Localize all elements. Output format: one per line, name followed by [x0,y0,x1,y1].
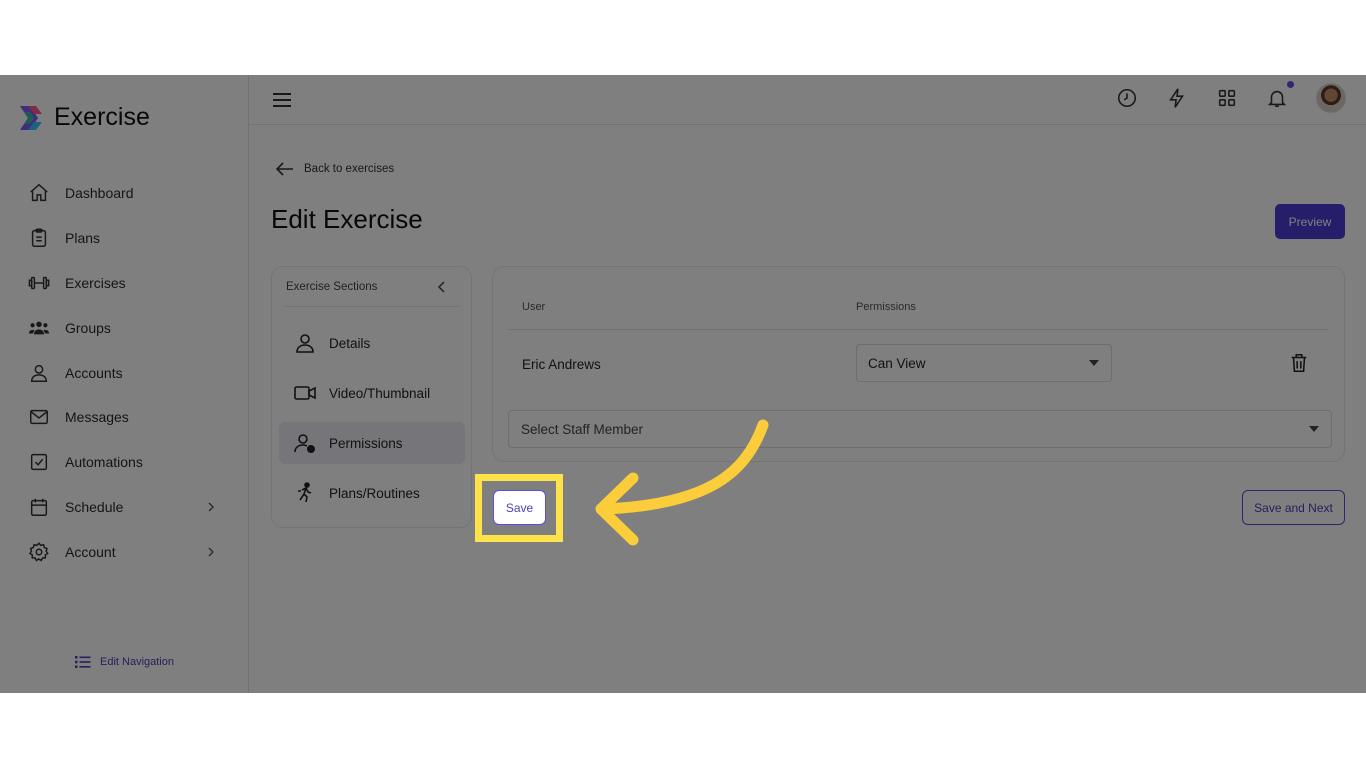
running-icon [298,482,312,503]
pointer-arrow-icon [595,419,769,546]
top-bar [249,75,1366,125]
page-title: Edit Exercise [271,204,423,234]
back-link-label: Back to exercises [304,163,395,175]
section-item-label: Permissions [329,435,403,451]
preview-button[interactable]: Preview [1275,204,1345,239]
avatar[interactable] [1316,83,1346,113]
edit-navigation-label: Edit Navigation [100,656,174,668]
permission-select[interactable]: Can View [856,344,1112,382]
chevron-left-icon[interactable] [437,280,447,293]
sidebar-item-messages[interactable]: Messages [0,395,249,440]
header-divider [508,329,1329,330]
edit-navigation-link[interactable]: Edit Navigation [75,655,174,669]
sidebar-item-label: Groups [65,319,111,336]
sidebar-item-automations[interactable]: Automations [0,440,249,485]
sidebar-item-label: Accounts [65,364,123,381]
save-button[interactable]: Save [493,490,546,525]
sidebar-item-accounts[interactable]: Accounts [0,350,249,395]
sidebar-item-plans[interactable]: Plans [0,216,249,261]
sidebar-item-label: Exercises [65,274,126,291]
gear-icon [28,541,49,562]
sidebar-item-dashboard[interactable]: Dashboard [0,171,249,216]
person-icon [296,334,314,353]
exercise-sections-panel: Exercise Sections Details Video/Thumbnai… [271,266,472,528]
notifications-button[interactable] [1266,81,1294,109]
bell-icon [1267,90,1287,108]
apps-grid-icon[interactable] [1216,87,1238,109]
video-icon [294,386,316,400]
top-bar-actions [1116,81,1346,113]
sidebar-item-groups[interactable]: Groups [0,305,249,350]
sidebar: Exercise Dashboard Plans Exercises Group… [0,75,249,693]
list-icon [75,656,91,668]
column-header-user: User [522,301,546,313]
history-icon[interactable] [1116,87,1138,109]
sidebar-item-exercises[interactable]: Exercises [0,261,249,306]
permission-select-value: Can View [868,355,926,371]
caret-down-icon [1089,360,1099,366]
sidebar-item-label: Plans [65,230,101,247]
calendar-icon [30,498,48,516]
clipboard-icon [31,228,47,248]
user-name: Eric Andrews [522,357,601,372]
chevron-right-icon[interactable] [205,501,217,513]
section-item-label: Plans/Routines [329,485,420,501]
checkbox-icon [30,454,48,471]
mail-icon [30,410,48,425]
sidebar-item-schedule[interactable]: Schedule [0,485,249,530]
section-item-label: Details [329,335,371,351]
group-icon [28,321,50,335]
sections-header: Exercise Sections [284,267,459,307]
section-item-permissions[interactable]: Permissions [279,422,465,464]
sidebar-item-label: Account [65,543,116,560]
sidebar-item-label: Dashboard [65,185,134,202]
app-frame: Exercise Dashboard Plans Exercises Group… [0,75,1366,693]
sidebar-item-label: Messages [65,409,129,426]
caret-down-icon [1309,426,1319,432]
chevron-right-icon[interactable] [205,546,217,558]
sidebar-item-account[interactable]: Account [0,529,249,574]
section-item-label: Video/Thumbnail [329,385,431,401]
trash-icon[interactable] [1288,352,1310,374]
lightning-icon[interactable] [1166,87,1188,109]
section-item-video-thumbnail[interactable]: Video/Thumbnail [279,372,465,414]
notification-dot [1287,81,1294,88]
section-item-plans-routines[interactable]: Plans/Routines [279,472,465,514]
sidebar-item-label: Schedule [65,498,124,515]
back-to-exercises-link[interactable]: Back to exercises [276,162,394,176]
sidebar-nav: Dashboard Plans Exercises Groups Account… [0,171,249,574]
sidebar-item-label: Automations [65,454,143,471]
logo-mark-icon [18,104,44,132]
user-icon [30,364,48,382]
section-item-details[interactable]: Details [279,322,465,364]
arrow-left-icon [276,162,293,176]
column-header-permissions: Permissions [856,301,916,313]
app-name: Exercise [54,103,150,131]
hamburger-menu-icon[interactable] [272,90,292,110]
sections-header-label: Exercise Sections [286,280,378,293]
save-and-next-button[interactable]: Save and Next [1242,490,1345,525]
app-logo[interactable]: Exercise [18,103,150,132]
home-icon [30,184,48,202]
user-lock-icon [294,434,316,454]
dumbbell-icon [28,276,50,290]
